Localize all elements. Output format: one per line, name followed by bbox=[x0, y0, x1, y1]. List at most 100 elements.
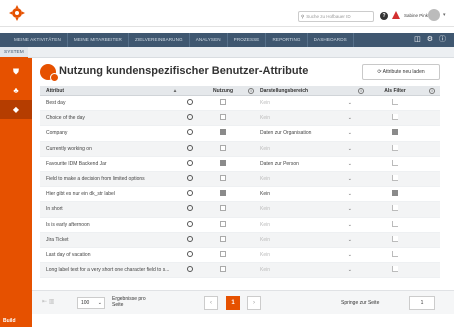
table-row: Is is early afternoon Kein ⌄ bbox=[40, 218, 440, 233]
area-value: Kein bbox=[260, 206, 271, 213]
filter-checkbox[interactable] bbox=[392, 205, 398, 212]
tab-system[interactable]: SYSTEM bbox=[0, 47, 28, 58]
tag-icon: ◆ bbox=[12, 105, 20, 114]
usage-checkbox[interactable] bbox=[220, 190, 226, 197]
filter-checkbox[interactable] bbox=[392, 129, 398, 136]
nav-item[interactable]: ANALYSEN bbox=[190, 33, 228, 47]
filter-checkbox[interactable] bbox=[392, 99, 398, 106]
filter-checkbox[interactable] bbox=[392, 114, 398, 121]
next-page-button[interactable]: › bbox=[247, 296, 261, 310]
filter-checkbox[interactable] bbox=[392, 235, 398, 242]
chevron-down-icon: ⌄ bbox=[347, 236, 352, 243]
area-select[interactable]: Daten zur Person ⌄ bbox=[256, 161, 356, 167]
info-icon[interactable]: i bbox=[248, 87, 254, 94]
table-row: Company Daten zur Organisation ⌄ bbox=[40, 126, 440, 142]
filter-checkbox[interactable] bbox=[392, 190, 398, 197]
info-icon[interactable]: i bbox=[358, 87, 364, 94]
area-select[interactable]: Kein ⌄ bbox=[256, 115, 356, 121]
usage-checkbox[interactable] bbox=[220, 266, 226, 273]
user-settings-icon bbox=[40, 64, 59, 82]
chevron-down-icon: ⌄ bbox=[347, 160, 352, 167]
help-circle-icon[interactable]: ⓘ bbox=[439, 35, 446, 45]
chevron-down-icon[interactable]: ▾ bbox=[443, 12, 446, 18]
filter-checkbox[interactable] bbox=[392, 144, 398, 151]
area-select[interactable]: Kein ⌄ bbox=[256, 237, 356, 243]
filter-checkbox[interactable] bbox=[392, 266, 398, 273]
reload-button-label: Attribute neu laden bbox=[382, 69, 425, 75]
nav-item[interactable]: MEINE AKTIVITÄTEN bbox=[8, 33, 68, 47]
per-page-select[interactable]: 100 ⌄ bbox=[77, 297, 105, 309]
nav-item[interactable]: REPORTING bbox=[266, 33, 308, 47]
nav-item[interactable]: ZIELVEREINBARUNG bbox=[129, 33, 190, 47]
globe-icon[interactable] bbox=[187, 235, 193, 242]
info-icon[interactable]: i bbox=[429, 87, 435, 94]
usage-checkbox[interactable] bbox=[220, 205, 226, 212]
warning-icon[interactable] bbox=[392, 11, 400, 19]
sidebar-item-tags[interactable]: ◆ bbox=[0, 100, 32, 119]
filter-checkbox[interactable] bbox=[392, 250, 398, 257]
usage-checkbox[interactable] bbox=[220, 250, 226, 257]
globe-icon[interactable] bbox=[187, 266, 193, 273]
area-select[interactable]: Kein ⌄ bbox=[256, 222, 356, 228]
sidebar-item-users[interactable]: ♣ bbox=[0, 81, 32, 100]
goto-page-label: Springe zur Seite bbox=[341, 300, 380, 306]
globe-icon[interactable] bbox=[187, 220, 193, 227]
area-value: Kein bbox=[260, 100, 271, 107]
usage-checkbox[interactable] bbox=[220, 159, 226, 166]
help-icon[interactable]: ? bbox=[380, 12, 388, 20]
globe-icon[interactable] bbox=[187, 129, 193, 136]
usage-checkbox[interactable] bbox=[220, 114, 226, 121]
column-header-attribute[interactable]: Attribut bbox=[40, 88, 170, 94]
column-header-filter: Als Filter bbox=[384, 87, 406, 94]
globe-icon[interactable] bbox=[187, 144, 193, 151]
area-select[interactable]: Daten zur Organisation ⌄ bbox=[256, 130, 356, 136]
filter-checkbox[interactable] bbox=[392, 175, 398, 182]
area-value: Kein bbox=[260, 115, 271, 122]
goto-page-input[interactable]: 1 bbox=[409, 296, 435, 310]
area-select[interactable]: Kein ⌄ bbox=[256, 100, 356, 106]
globe-icon[interactable] bbox=[187, 114, 193, 121]
table-row: Long label text for a very short one cha… bbox=[40, 263, 440, 279]
area-select[interactable]: Kein ⌄ bbox=[256, 267, 356, 273]
globe-icon[interactable] bbox=[187, 159, 193, 166]
user-name[interactable]: Sabine Pink bbox=[404, 13, 428, 18]
area-value: Kein bbox=[260, 236, 271, 243]
app-logo-icon[interactable] bbox=[8, 4, 26, 22]
globe-icon[interactable] bbox=[187, 190, 193, 197]
sidebar-item-shield[interactable]: ⛊ bbox=[0, 62, 32, 81]
search-input[interactable]: ⚲ Suche zu Hofbauer ID bbox=[298, 11, 374, 22]
area-select[interactable]: Kein ⌄ bbox=[256, 176, 356, 182]
table-row: Hier gibt es nur ein dk_str label Kein ⌄ bbox=[40, 187, 440, 203]
table-row: Last day of vacation Kein ⌄ bbox=[40, 248, 440, 264]
usage-checkbox[interactable] bbox=[220, 99, 226, 106]
globe-icon[interactable] bbox=[187, 250, 193, 257]
nav-item[interactable]: PROZESSE bbox=[228, 33, 267, 47]
globe-icon[interactable] bbox=[187, 99, 193, 106]
current-page-button[interactable]: 1 bbox=[226, 296, 240, 310]
first-page-icon[interactable]: ⇤ ▥ bbox=[42, 298, 54, 305]
usage-checkbox[interactable] bbox=[220, 220, 226, 227]
chart-icon[interactable]: ◫ bbox=[414, 35, 421, 45]
filter-checkbox[interactable] bbox=[392, 220, 398, 227]
chevron-down-icon: ⌄ bbox=[347, 206, 352, 213]
previous-page-button[interactable]: ‹ bbox=[204, 296, 218, 310]
nav-item[interactable]: MEINE MITARBEITER bbox=[68, 33, 129, 47]
filter-checkbox[interactable] bbox=[392, 159, 398, 166]
area-select[interactable]: Kein ⌄ bbox=[256, 146, 356, 152]
avatar[interactable] bbox=[428, 9, 440, 21]
gear-icon[interactable]: ⚙ bbox=[427, 35, 433, 45]
area-select[interactable]: Kein ⌄ bbox=[256, 191, 356, 197]
reload-attributes-button[interactable]: ⟳ Attribute neu laden bbox=[362, 64, 440, 80]
nav-item[interactable]: DASHBOARDS bbox=[308, 33, 354, 47]
usage-checkbox[interactable] bbox=[220, 175, 226, 182]
globe-icon[interactable] bbox=[187, 205, 193, 212]
usage-checkbox[interactable] bbox=[220, 129, 226, 136]
usage-checkbox[interactable] bbox=[220, 144, 226, 151]
globe-icon[interactable] bbox=[187, 175, 193, 182]
usage-checkbox[interactable] bbox=[220, 235, 226, 242]
area-select[interactable]: Kein ⌄ bbox=[256, 206, 356, 212]
pagination-bar: ⇤ ▥ 100 ⌄ Ergebnisse pro Seite ‹ 1 › Spri… bbox=[32, 290, 454, 314]
sort-icon[interactable]: ▴ bbox=[170, 88, 180, 94]
area-select[interactable]: Kein ⌄ bbox=[256, 252, 356, 258]
table-row: Best day Kein ⌄ bbox=[40, 96, 440, 112]
